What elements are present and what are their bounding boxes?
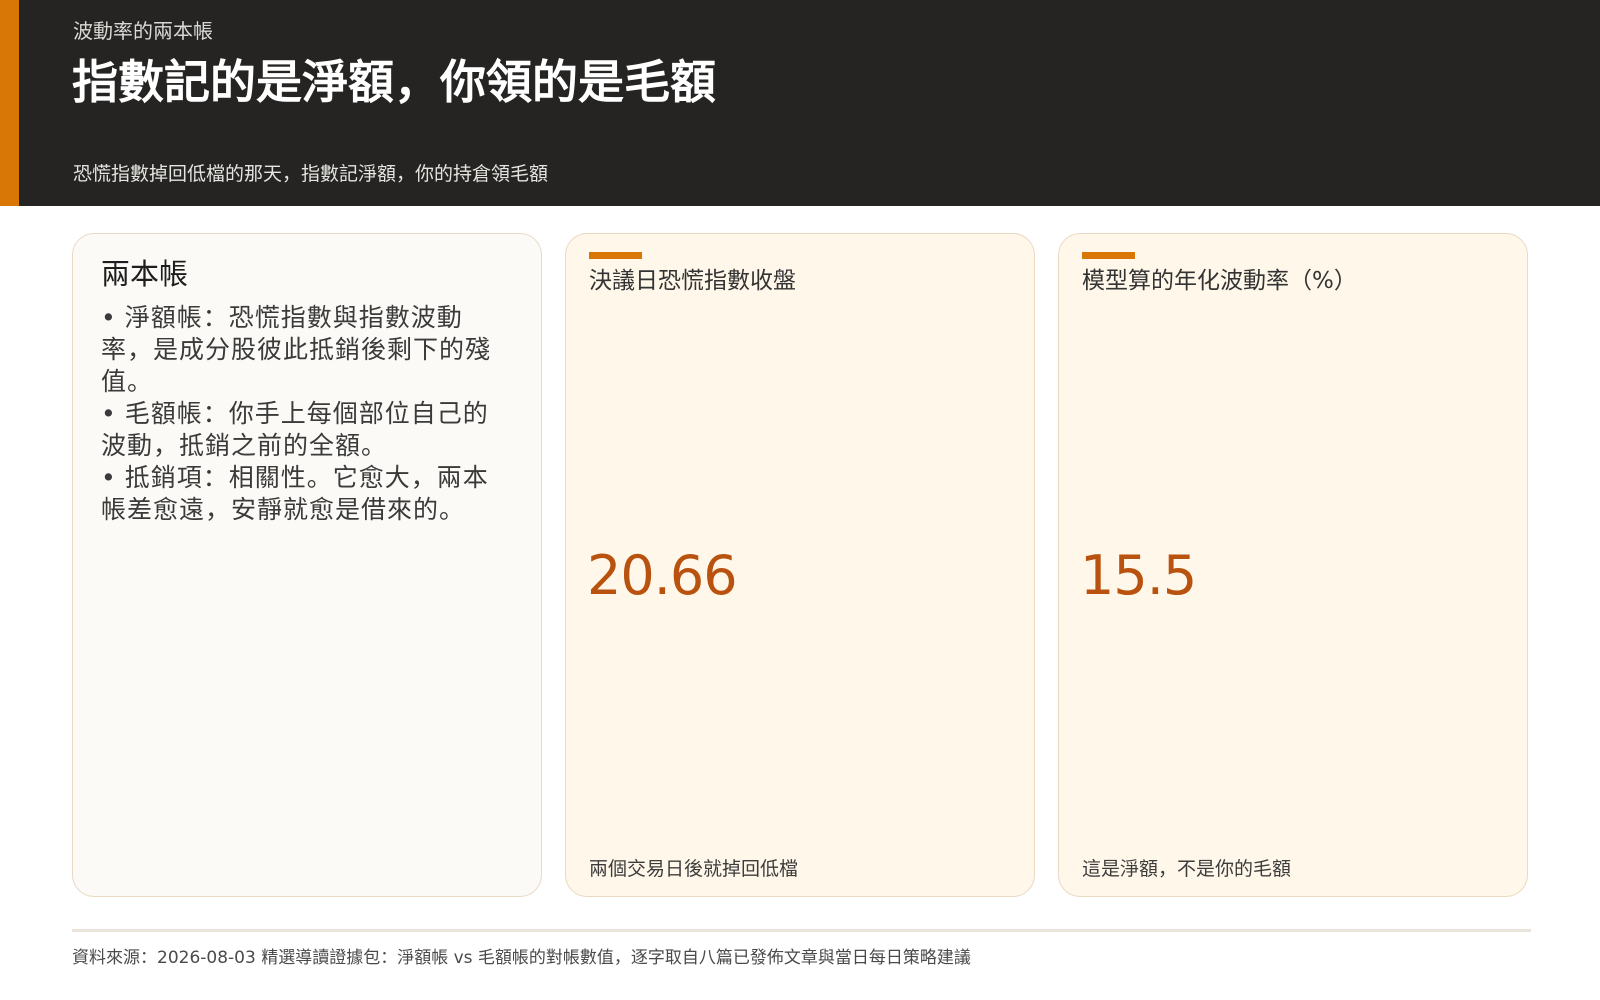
- metric-note: 這是淨額，不是你的毛額: [1082, 858, 1292, 880]
- metric-value: 15.5: [1080, 544, 1197, 607]
- card-title: 兩本帳: [101, 257, 189, 291]
- metric-note: 兩個交易日後就掉回低檔: [589, 858, 799, 880]
- metric-card-vix-close: 決議日恐慌指數收盤 20.66 兩個交易日後就掉回低檔: [565, 233, 1035, 897]
- bullet-dot-icon: •: [101, 303, 117, 332]
- bullet-dot-icon: •: [101, 463, 117, 492]
- page-subtitle: 恐慌指數掉回低檔的那天，指數記淨額，你的持倉領毛額: [73, 163, 549, 185]
- header-kicker: 波動率的兩本帳: [73, 19, 213, 43]
- ledger-bullet-list: • 淨額帳：恐慌指數與指數波動率，是成分股彼此抵銷後剩下的殘值。 • 毛額帳：你手上…: [101, 302, 507, 526]
- list-item: • 抵銷項：相關性。它愈大，兩本帳差愈遠，安靜就愈是借來的。: [101, 462, 507, 526]
- list-item: • 淨額帳：恐慌指數與指數波動率，是成分股彼此抵銷後剩下的殘值。: [101, 302, 507, 398]
- header-accent-bar: [0, 0, 19, 206]
- page-title: 指數記的是淨額，你領的是毛額: [72, 55, 716, 109]
- two-ledgers-card: 兩本帳 • 淨額帳：恐慌指數與指數波動率，是成分股彼此抵銷後剩下的殘值。 • 毛額帳…: [72, 233, 542, 897]
- metric-value: 20.66: [587, 544, 738, 607]
- metric-label: 決議日恐慌指數收盤: [589, 268, 796, 294]
- bullet-dot-icon: •: [101, 399, 117, 428]
- list-item: • 毛額帳：你手上每個部位自己的波動，抵銷之前的全額。: [101, 398, 507, 462]
- bullet-text: 抵銷項：相關性。它愈大，兩本帳差愈遠，安靜就愈是借來的。: [101, 463, 489, 524]
- header-banner: 波動率的兩本帳 指數記的是淨額，你領的是毛額 恐慌指數掉回低檔的那天，指數記淨額…: [0, 0, 1600, 206]
- bullet-text: 毛額帳：你手上每個部位自己的波動，抵銷之前的全額。: [101, 399, 489, 460]
- footer-divider: [72, 929, 1531, 932]
- metric-card-model-volatility: 模型算的年化波動率（%） 15.5 這是淨額，不是你的毛額: [1058, 233, 1528, 897]
- source-note: 資料來源：2026-08-03 精選導讀證據包：淨額帳 vs 毛額帳的對帳數值，…: [72, 948, 971, 968]
- metric-accent-bar: [1082, 252, 1135, 259]
- bullet-text: 淨額帳：恐慌指數與指數波動率，是成分股彼此抵銷後剩下的殘值。: [101, 303, 492, 396]
- metric-label: 模型算的年化波動率（%）: [1082, 268, 1357, 294]
- metric-accent-bar: [589, 252, 642, 259]
